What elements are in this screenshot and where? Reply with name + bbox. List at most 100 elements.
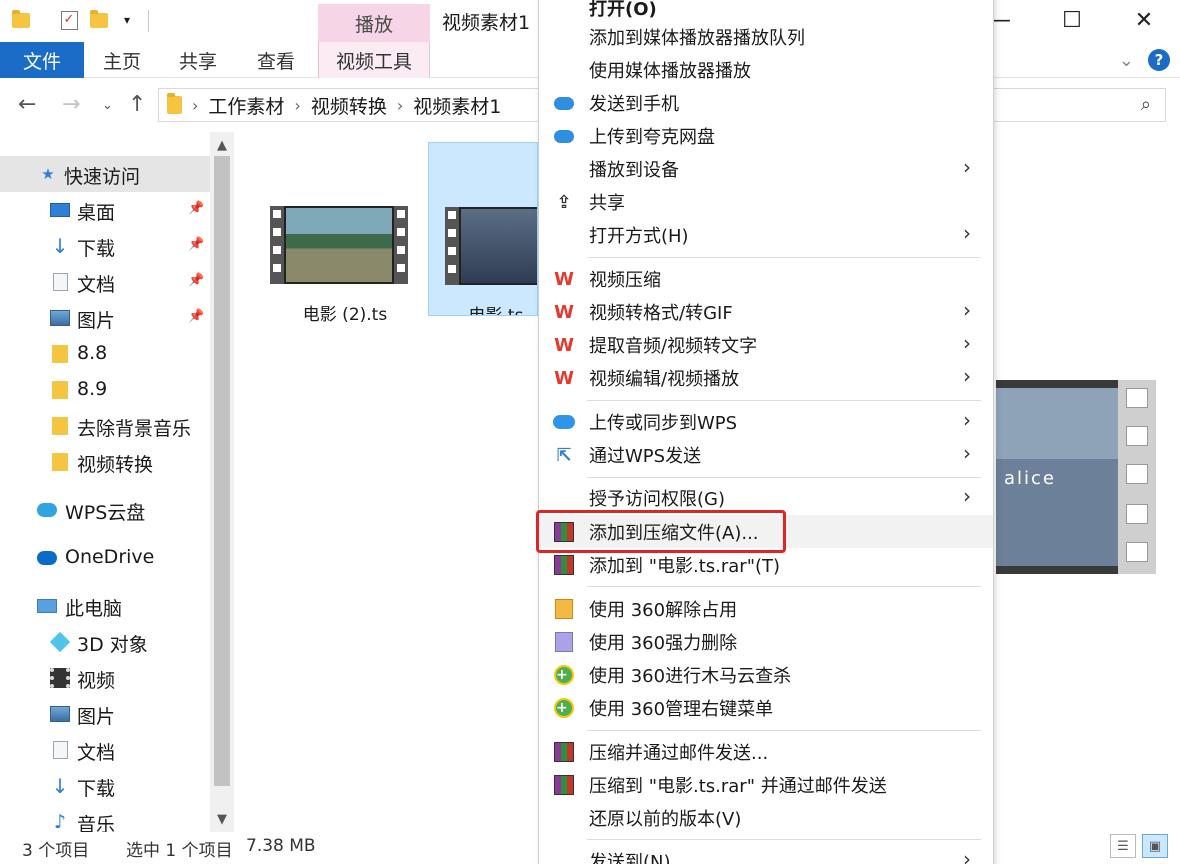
nav-item-desktop[interactable]: 桌面 📌 [0,192,210,228]
menu-item-restore-previous-versions[interactable]: 还原以前的版本(V) [539,801,993,834]
menu-item-upload-wps[interactable]: 上传或同步到WPS › [539,405,993,438]
forward-arrow-icon[interactable]: → [62,92,80,117]
nav-item-folder[interactable]: 8.9 [0,372,210,408]
menu-item-360-unlock[interactable]: 使用 360解除占用 [539,592,993,625]
download-icon: ↓ [51,774,69,798]
menu-item-360-scan[interactable]: + 使用 360进行木马云查杀 [539,658,993,691]
menu-item-open-with[interactable]: 打开方式(H) › [539,218,993,251]
quark-cloud-icon [553,126,575,146]
360-scan-icon: + [553,665,575,685]
context-tab-header[interactable]: 播放 [318,4,430,42]
up-arrow-icon[interactable]: ↑ [128,92,146,117]
menu-item-compress-rar-email[interactable]: 压缩到 "电影.ts.rar" 并通过邮件发送 [539,768,993,801]
chevron-right-icon: › [963,441,971,465]
nav-item-onedrive[interactable]: OneDrive [0,540,210,576]
customize-quick-access-icon[interactable]: ▾ [116,9,138,31]
menu-item-upload-quark[interactable]: 上传到夸克网盘 [539,119,993,152]
chevron-right-icon[interactable]: › [294,96,300,115]
360-shred-icon [553,632,575,652]
maximize-button[interactable]: ☐ [1036,0,1108,40]
picture-icon [50,309,70,327]
nav-item-folder[interactable]: 8.8 [0,336,210,372]
menu-item-cast-to-device[interactable]: 播放到设备 › [539,152,993,185]
menu-item-360-manage[interactable]: + 使用 360管理右键菜单 [539,691,993,724]
tab-video-tools[interactable]: 视频工具 [318,42,430,78]
properties-icon[interactable]: ✓ [58,9,80,31]
menu-item-label: 压缩到 "电影.ts.rar" 并通过邮件发送 [589,776,887,797]
nav-item-label: 下载 [77,238,116,260]
pin-icon[interactable]: 📌 [188,273,204,288]
help-icon[interactable]: ? [1148,49,1170,71]
tab-share[interactable]: 共享 [168,42,228,78]
nav-item-3d-objects[interactable]: 3D 对象 [0,624,210,660]
menu-item-compress-email[interactable]: 压缩并通过邮件发送... [539,735,993,768]
pin-icon[interactable]: 📌 [188,201,204,216]
breadcrumb-item[interactable]: 工作素材 [208,92,284,119]
menu-item-video-convert[interactable]: W 视频转格式/转GIF › [539,295,993,328]
wps-icon: W [554,301,574,323]
menu-item-label: 压缩并通过邮件发送... [589,743,769,764]
download-icon: ↓ [51,234,69,258]
document-icon [50,273,70,291]
expand-ribbon-icon[interactable]: ⌄ [1119,50,1134,71]
pin-icon[interactable]: 📌 [188,237,204,252]
video-preview: alice [996,380,1156,574]
tab-home[interactable]: 主页 [92,42,152,78]
chevron-right-icon: › [963,298,971,322]
menu-item-label: 授予访问权限(G) [589,489,725,510]
tab-file[interactable]: 文件 [0,42,84,78]
folder-icon [50,345,70,363]
menu-divider [587,839,981,840]
breadcrumb-item[interactable]: 视频素材1 [413,92,501,119]
wps-icon: W [554,268,574,290]
menu-item-send-via-wps[interactable]: ⇱ 通过WPS发送 › [539,438,993,471]
back-arrow-icon[interactable]: ← [18,92,36,117]
nav-item-videos[interactable]: 视频 [0,660,210,696]
file-item[interactable]: 电影 (2).ts [254,142,408,325]
folder-icon [10,9,32,31]
nav-item-downloads[interactable]: ↓ 下载 [0,768,210,804]
close-button[interactable]: ✕ [1108,0,1180,40]
nav-item-folder[interactable]: 去除背景音乐 [0,408,210,444]
file-item-selected[interactable]: 电影.ts [428,142,538,316]
wps-icon: W [554,334,574,356]
nav-item-pictures[interactable]: 图片 [0,696,210,732]
nav-item-label: 视频 [77,670,116,692]
nav-item-wps-cloud[interactable]: WPS云盘 [0,492,210,528]
menu-divider [587,730,981,731]
menu-item-send-to[interactable]: 发送到(N) › [539,844,993,864]
large-icons-view-icon[interactable]: ▣ [1142,834,1168,858]
menu-item-add-to-queue[interactable]: 添加到媒体播放器播放队列 [539,20,993,53]
nav-item-folder[interactable]: 视频转换 [0,444,210,480]
nav-item-pictures[interactable]: 图片 📌 [0,300,210,336]
menu-divider [587,586,981,587]
nav-scrollbar[interactable]: ▲ ▼ [210,132,234,832]
nav-item-quick-access[interactable]: ★ 快速访问 [0,156,210,192]
menu-item-label: 添加到媒体播放器播放队列 [589,28,805,49]
pin-icon[interactable]: 📌 [188,309,204,324]
nav-item-this-pc[interactable]: 此电脑 [0,588,210,624]
menu-item-send-to-phone[interactable]: 发送到手机 [539,86,993,119]
menu-item-share[interactable]: ⇪ 共享 [539,185,993,218]
scroll-down-icon[interactable]: ▼ [210,808,234,830]
menu-item-video-compress[interactable]: W 视频压缩 [539,262,993,295]
menu-item-play-with-media-player[interactable]: 使用媒体播放器播放 [539,53,993,86]
nav-item-documents[interactable]: 文档 [0,732,210,768]
search-icon[interactable]: ⌕ [1141,94,1151,115]
nav-item-documents[interactable]: 文档 📌 [0,264,210,300]
details-view-icon[interactable]: ☰ [1110,834,1136,858]
tab-view[interactable]: 查看 [246,42,306,78]
ribbon-right-controls: ⌄ ? [1119,48,1170,72]
nav-item-downloads[interactable]: ↓ 下载 📌 [0,228,210,264]
breadcrumb-item[interactable]: 视频转换 [311,92,387,119]
chevron-right-icon[interactable]: › [192,96,198,115]
menu-item-360-shred[interactable]: 使用 360强力删除 [539,625,993,658]
new-folder-icon[interactable] [88,9,110,31]
scroll-thumb[interactable] [214,156,230,786]
menu-item-video-edit[interactable]: W 视频编辑/视频播放 › [539,361,993,394]
nav-item-music[interactable]: ♪ 音乐 [0,804,210,832]
recent-locations-icon[interactable]: ⌄ [102,98,113,113]
scroll-up-icon[interactable]: ▲ [210,134,234,156]
menu-item-extract-audio[interactable]: W 提取音频/视频转文字 › [539,328,993,361]
chevron-right-icon[interactable]: › [397,96,403,115]
